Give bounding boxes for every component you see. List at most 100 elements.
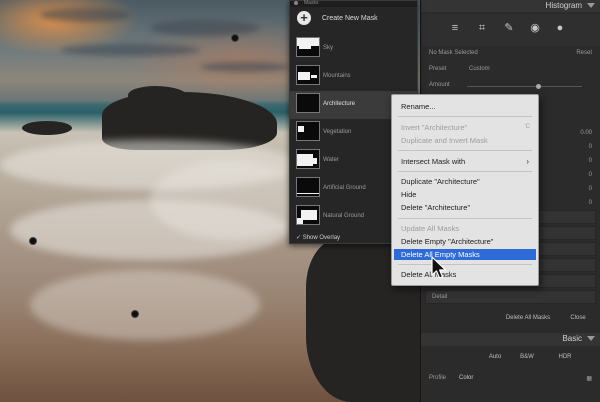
brush-icon[interactable]: ✎ [503,22,515,34]
create-new-mask-button[interactable]: + [297,11,311,25]
detail-section[interactable]: Detail [425,290,596,304]
menu-item-label: Invert "Architecture" [401,123,468,132]
tool-strip: ≡ ⌗ ✎ ◉ ● [421,14,600,46]
menu-item-hide[interactable]: Hide [394,189,536,200]
menu-item-label: Update All Masks [401,224,459,233]
submenu-arrow-icon: › [526,157,529,166]
masks-title-bar[interactable]: Masks [290,0,417,7]
menu-item-label: Delete "Architecture" [401,203,471,212]
profile-label: Profile [429,375,447,381]
show-overlay-toggle[interactable]: ✓ Show Overlay [296,234,340,241]
show-overlay-label: Show Overlay [302,235,341,241]
slider-value: 0.00 [580,130,592,136]
mask-label: Sky [323,45,334,51]
menu-item-delete-all[interactable]: Delete All Masks [394,269,536,280]
bw-button[interactable]: B&W [513,352,541,362]
cloud [200,62,290,72]
mask-info-row: No Mask Selected Reset [429,50,592,56]
menu-separator [398,264,532,265]
checkmark-icon: ✓ [296,235,302,241]
menu-item-intersect[interactable]: Intersect Mask with › [394,156,536,167]
menu-separator [398,218,532,219]
auto-button[interactable]: Auto [481,352,509,362]
mask-pin[interactable] [231,34,239,42]
rock [128,86,188,106]
menu-item-label: Delete All Masks [401,270,457,279]
cloud [60,44,200,56]
masks-title: Masks [304,0,319,6]
mask-label: Mountains [323,73,351,79]
mask-label: Water [323,157,339,163]
mask-thumbnail [296,205,320,225]
basic-label: Basic [562,334,582,343]
mask-item-mountains[interactable]: Mountains [290,63,417,91]
close-button[interactable]: Close [561,313,595,323]
mask-thumbnail [296,177,320,197]
delete-all-masks-button[interactable]: Delete All Masks [497,313,559,323]
menu-item-label: Intersect Mask with [401,157,466,166]
menu-item-label: Duplicate "Architecture" [401,177,480,186]
menu-item-rename[interactable]: Rename... [394,101,536,112]
histogram-header[interactable]: Histogram [421,0,600,12]
menu-item-invert[interactable]: Invert "Architecture" 'C [394,122,536,133]
cloud [40,8,130,22]
slider-value: 0 [588,144,592,150]
mask-thumbnail [296,149,320,169]
mask-pin[interactable] [29,237,37,245]
menu-item-label: Rename... [401,102,436,111]
menu-separator [398,150,532,151]
slider-value: 0 [588,158,592,164]
mask-thumbnail [296,37,320,57]
profile-row[interactable]: Profile Color ▦ [429,375,592,382]
menu-item-delete-empty[interactable]: Delete Empty "Architecture" [394,236,536,247]
mask-context-menu: Rename... Invert "Architecture" 'C Dupli… [391,94,539,286]
mask-label: Architecture [323,101,356,107]
basic-header[interactable]: Basic [421,333,600,346]
menu-item-update-all[interactable]: Update All Masks [394,223,536,234]
sliders-icon[interactable]: ≡ [449,22,461,34]
detail-label: Detail [432,294,448,300]
crop-icon[interactable]: ⌗ [476,22,488,34]
menu-item-delete-all-empty[interactable]: Delete All Empty Masks [394,249,536,260]
menu-item-label: Duplicate and Invert Mask [401,136,488,145]
menu-item-label: Hide [401,190,417,199]
profile-value[interactable]: Color [459,375,473,381]
mask-thumbnail [296,93,320,113]
slider-value: 0 [588,172,592,178]
amount-slider[interactable] [467,84,582,89]
mouse-cursor-icon [431,256,447,279]
menu-item-duplicate[interactable]: Duplicate "Architecture" [394,176,536,187]
create-new-mask-label[interactable]: Create New Mask [322,15,378,22]
preset-value[interactable]: Custom [469,66,490,72]
menu-item-delete[interactable]: Delete "Architecture" [394,202,536,213]
eye-icon[interactable]: ◉ [529,22,541,34]
mask-label: Natural Ground [323,213,365,219]
mask-item-sky[interactable]: Sky [290,35,417,63]
amount-slider-knob[interactable] [536,84,541,89]
reset-button[interactable]: Reset [576,50,592,56]
wave-foam [150,160,310,240]
mask-label: Vegetation [323,129,352,135]
profile-browser-icon[interactable]: ▦ [586,375,592,382]
mask-icon[interactable]: ● [554,22,566,34]
histogram-label: Histogram [545,1,582,10]
rock [22,121,72,135]
menu-separator [398,171,532,172]
mask-info: No Mask Selected [429,50,478,56]
slider-value: 0 [588,200,592,206]
mask-label: Artificial Ground [323,185,366,191]
amount-label: Amount [429,82,450,88]
menu-item-shortcut: 'C [524,124,530,130]
mask-pin[interactable] [131,310,139,318]
wave-foam [30,270,260,340]
amount-row[interactable]: Amount [429,82,592,89]
collapse-triangle-icon[interactable] [587,3,595,8]
menu-separator [398,116,532,117]
mask-thumbnail [296,65,320,85]
preset-row[interactable]: Preset Custom [429,66,592,72]
preset-label: Preset [429,66,447,72]
slider-value: 0 [588,186,592,192]
menu-item-duplicate-invert[interactable]: Duplicate and Invert Mask [394,135,536,146]
hdr-button[interactable]: HDR [551,352,579,362]
collapse-triangle-icon[interactable] [587,336,595,341]
